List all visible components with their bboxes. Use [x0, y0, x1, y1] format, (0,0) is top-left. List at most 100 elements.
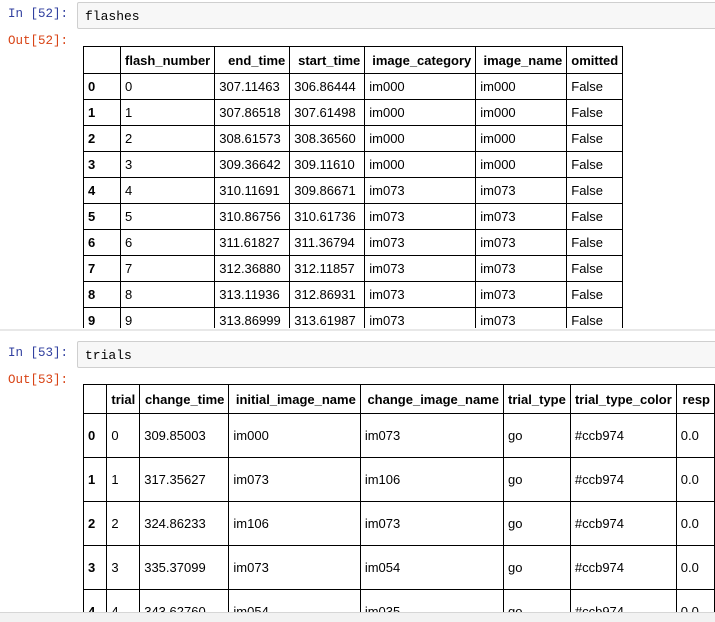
- table-cell: im073: [364, 307, 477, 328]
- table-cell: 308.36560: [289, 125, 366, 152]
- index-header: [82, 384, 108, 414]
- table-header-row: trial change_time initial_image_name change…: [82, 384, 715, 414]
- table-cell: 312.11857: [289, 255, 366, 282]
- table-cell: 0.0: [675, 457, 715, 502]
- table-cell: 8: [119, 281, 216, 308]
- table-header-row: flash_number end_time start_time image_cate…: [83, 46, 624, 74]
- table-cell: 0.0: [675, 545, 715, 590]
- row-index: 4: [82, 589, 108, 612]
- row-index: 2: [83, 125, 121, 152]
- table-cell: 317.35627: [139, 457, 230, 502]
- table-cell: 3: [119, 151, 216, 178]
- table-cell: im073: [228, 457, 361, 502]
- table-cell: im000: [475, 125, 568, 152]
- row-index: 3: [83, 151, 121, 178]
- table-cell: 2: [119, 125, 216, 152]
- row-index: 1: [82, 457, 108, 502]
- table-cell: im073: [359, 501, 504, 546]
- table-cell: 312.86931: [289, 281, 366, 308]
- table-cell: 1: [119, 99, 216, 126]
- table-cell: 310.86756: [214, 203, 291, 230]
- table-cell: 0: [106, 413, 141, 458]
- table-cell: 309.86671: [289, 177, 366, 204]
- table-row: 2 2 324.86233 im106 im073 go #ccb974 0.0: [82, 501, 715, 546]
- table-cell: im106: [228, 501, 361, 546]
- table-cell: #ccb974: [569, 457, 677, 502]
- column-header: change_image_name: [359, 384, 504, 414]
- row-index: 3: [82, 545, 108, 590]
- table-cell: False: [566, 203, 624, 230]
- table-cell: 9: [119, 307, 216, 328]
- row-index: 7: [83, 255, 121, 282]
- table-cell: False: [566, 151, 624, 178]
- table-cell: im073: [364, 229, 477, 256]
- table-cell: im054: [359, 545, 504, 590]
- table-cell: 335.37099: [139, 545, 230, 590]
- table-row: 7 7 312.36880 312.11857 im073 im073 False: [83, 255, 624, 282]
- table-cell: 6: [119, 229, 216, 256]
- table-row: 4 4 310.11691 309.86671 im073 im073 False: [83, 177, 624, 204]
- table-row: 9 9 313.86999 313.61987 im073 im073 False: [83, 307, 624, 328]
- column-header: flash_number: [119, 46, 216, 74]
- notebook-cell-52[interactable]: In [52]: flashes Out[52]: flash_number en…: [0, 0, 715, 330]
- table-cell: im000: [475, 73, 568, 100]
- output-area: flash_number end_time start_time image_cate…: [0, 0, 715, 328]
- table-cell: 7: [119, 255, 216, 282]
- row-index: 1: [83, 99, 121, 126]
- table-row: 4 4 343.62760 im054 im035 go #ccb974 0.0: [82, 589, 715, 612]
- table-cell: 313.11936: [214, 281, 291, 308]
- table-cell: im000: [364, 99, 477, 126]
- row-index: 9: [83, 307, 121, 328]
- column-header: change_time: [139, 384, 230, 414]
- table-cell: go: [502, 457, 571, 502]
- table-cell: #ccb974: [569, 589, 677, 612]
- table-cell: im073: [364, 177, 477, 204]
- table-cell: #ccb974: [569, 413, 677, 458]
- table-cell: 308.61573: [214, 125, 291, 152]
- output-area: trial change_time initial_image_name change…: [0, 340, 715, 612]
- table-row: 3 3 335.37099 im073 im054 go #ccb974 0.0: [82, 545, 715, 590]
- table-row: 2 2 308.61573 308.36560 im000 im000 False: [83, 125, 624, 152]
- table-cell: 0.0: [675, 501, 715, 546]
- row-index: 5: [83, 203, 121, 230]
- notebook-cell-53[interactable]: In [53]: trials Out[53]: trial change_tim…: [0, 340, 715, 612]
- table-cell: go: [502, 501, 571, 546]
- table-cell: 311.61827: [214, 229, 291, 256]
- table-cell: 2: [106, 501, 141, 546]
- table-cell: im054: [228, 589, 361, 612]
- dataframe-table: trial change_time initial_image_name change…: [82, 384, 715, 612]
- table-cell: 309.85003: [139, 413, 230, 458]
- column-header: image_category: [364, 46, 477, 74]
- column-header: omitted: [566, 46, 624, 74]
- table-cell: im073: [359, 413, 504, 458]
- table-cell: False: [566, 281, 624, 308]
- row-index: 4: [83, 177, 121, 204]
- table-cell: im073: [364, 203, 477, 230]
- table-cell: im000: [364, 151, 477, 178]
- table-cell: im035: [359, 589, 504, 612]
- row-index: 0: [83, 73, 121, 100]
- table-cell: im073: [475, 203, 568, 230]
- column-header: resp: [675, 384, 715, 414]
- column-header: initial_image_name: [228, 384, 361, 414]
- row-index: 8: [83, 281, 121, 308]
- table-cell: False: [566, 255, 624, 282]
- table-cell: 324.86233: [139, 501, 230, 546]
- column-header: trial: [106, 384, 141, 414]
- table-cell: #ccb974: [569, 545, 677, 590]
- table-cell: 4: [106, 589, 141, 612]
- table-cell: False: [566, 125, 624, 152]
- table-cell: im073: [475, 255, 568, 282]
- table-row: 8 8 313.11936 312.86931 im073 im073 False: [83, 281, 624, 308]
- table-cell: 307.11463: [214, 73, 291, 100]
- table-cell: 306.86444: [289, 73, 366, 100]
- row-index: 2: [82, 501, 108, 546]
- table-cell: 309.11610: [289, 151, 366, 178]
- table-cell: 1: [106, 457, 141, 502]
- table-cell: im073: [475, 307, 568, 328]
- table-cell: im000: [228, 413, 361, 458]
- table-cell: im000: [364, 125, 477, 152]
- table-cell: im073: [364, 255, 477, 282]
- index-header: [83, 46, 121, 74]
- table-cell: False: [566, 99, 624, 126]
